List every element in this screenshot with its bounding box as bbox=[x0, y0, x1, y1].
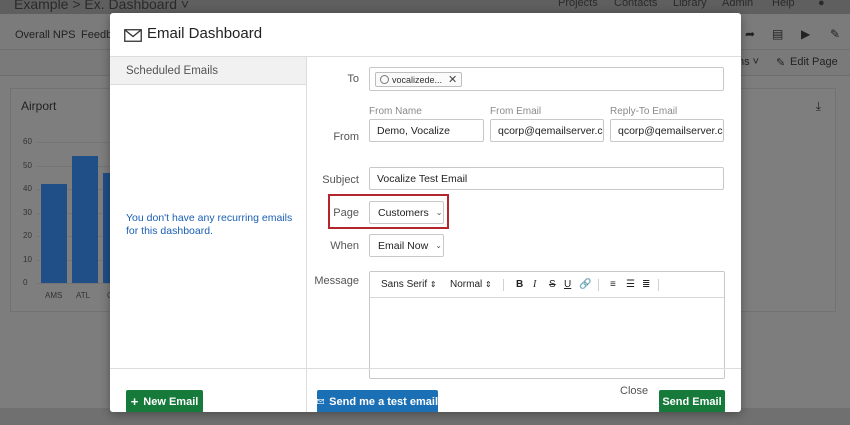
to-field[interactable]: vocalizede... ✕ bbox=[369, 67, 724, 91]
toolbar-divider bbox=[503, 279, 504, 291]
page-select-value: Customers bbox=[378, 206, 429, 219]
user-avatar-icon[interactable]: ● bbox=[818, 0, 825, 9]
recipient-chip[interactable]: vocalizede... ✕ bbox=[375, 72, 463, 87]
x-tick-label: ATL bbox=[76, 291, 91, 300]
send-test-email-button[interactable]: Send me a test email bbox=[317, 390, 438, 412]
font-size-select[interactable]: Normal ⇕ bbox=[450, 279, 492, 290]
modal-header: Email Dashboard bbox=[110, 13, 741, 57]
email-dashboard-modal: Email Dashboard Scheduled Emails You don… bbox=[110, 13, 741, 412]
align-icon[interactable]: ≣ bbox=[642, 279, 650, 290]
underline-button[interactable]: U bbox=[564, 279, 571, 290]
breadcrumb[interactable]: Example > Ex. Dashboard ˅ bbox=[14, 0, 189, 12]
ordered-list-icon[interactable]: ≡ bbox=[610, 279, 616, 290]
tab-overall-nps[interactable]: Overall NPS bbox=[15, 29, 76, 41]
font-size-value: Normal bbox=[450, 279, 483, 290]
edit-page-icon[interactable]: ✎ bbox=[776, 56, 785, 69]
when-select[interactable]: Email Now ⌄ bbox=[369, 234, 444, 257]
send-email-button[interactable]: Send Email bbox=[659, 390, 725, 412]
nav-admin[interactable]: Admin bbox=[722, 0, 753, 9]
x-tick-label: AMS bbox=[45, 291, 63, 300]
bullet-list-icon[interactable]: ☰ bbox=[626, 279, 635, 290]
chevron-down-icon: ⌄ bbox=[435, 241, 442, 250]
download-icon[interactable]: ⤓ bbox=[816, 99, 821, 114]
toolbar-divider bbox=[598, 279, 599, 291]
settings-icon[interactable]: ✎ bbox=[830, 27, 840, 41]
export-icon[interactable]: ▤ bbox=[772, 27, 783, 41]
share-icon[interactable]: ➦ bbox=[745, 27, 755, 41]
widget-title: Airport bbox=[21, 99, 57, 113]
chart-bar[interactable] bbox=[41, 184, 67, 283]
chevron-down-icon: ⌄ bbox=[435, 208, 443, 217]
message-editor[interactable]: Sans Serif ⇕ Normal ⇕ B I S U 🔗 ≡ ☰ ≣ bbox=[369, 271, 725, 379]
y-tick-label: 50 bbox=[23, 160, 32, 170]
from-label: From bbox=[333, 131, 359, 143]
close-button[interactable]: Close bbox=[620, 385, 648, 397]
from-name-input[interactable]: Demo, Vocalize bbox=[369, 119, 484, 142]
y-tick-label: 0 bbox=[23, 278, 28, 287]
editor-toolbar: Sans Serif ⇕ Normal ⇕ B I S U 🔗 ≡ ☰ ≣ bbox=[370, 272, 724, 298]
right-footer: Send me a test email Close Send Email bbox=[307, 368, 741, 412]
modal-title: Email Dashboard bbox=[147, 25, 263, 42]
nav-library[interactable]: Library bbox=[673, 0, 707, 9]
envelope-icon bbox=[317, 399, 325, 404]
font-family-select[interactable]: Sans Serif ⇕ bbox=[381, 279, 437, 290]
page-label: Page bbox=[333, 207, 359, 219]
nav-projects[interactable]: Projects bbox=[558, 0, 598, 9]
italic-button[interactable]: I bbox=[533, 279, 536, 290]
recipient-chip-label: vocalizede... bbox=[392, 74, 443, 85]
email-form: To vocalizede... ✕ From Name From Email … bbox=[307, 57, 741, 412]
bold-button[interactable]: B bbox=[516, 279, 523, 290]
remove-recipient-icon[interactable]: ✕ bbox=[448, 73, 457, 86]
nav-help[interactable]: Help bbox=[772, 0, 795, 9]
y-tick-label: 10 bbox=[23, 254, 32, 264]
subject-input[interactable]: Vocalize Test Email bbox=[369, 167, 724, 190]
user-icon bbox=[380, 75, 389, 84]
when-label: When bbox=[330, 240, 359, 252]
y-tick-label: 20 bbox=[23, 231, 32, 240]
from-name-label: From Name bbox=[369, 106, 422, 117]
page-select[interactable]: Customers ⌄ bbox=[369, 201, 444, 224]
from-email-input[interactable]: qcorp@qemailserver.c bbox=[490, 119, 604, 142]
toolbar-divider bbox=[658, 279, 659, 291]
left-footer: + New Email bbox=[110, 368, 306, 412]
reply-to-label: Reply-To Email bbox=[610, 106, 678, 117]
scheduled-emails-pane: Scheduled Emails You don't have any recu… bbox=[110, 57, 307, 412]
plus-icon: + bbox=[130, 394, 139, 409]
nav-contacts[interactable]: Contacts bbox=[614, 0, 657, 9]
font-family-value: Sans Serif bbox=[381, 279, 428, 290]
to-label: To bbox=[347, 73, 359, 85]
edit-page-button[interactable]: Edit Page bbox=[790, 56, 838, 68]
from-email-label: From Email bbox=[490, 106, 542, 117]
present-icon[interactable]: ▶ bbox=[801, 27, 810, 41]
send-test-email-label: Send me a test email bbox=[329, 395, 438, 408]
strikethrough-button[interactable]: S bbox=[549, 279, 556, 290]
reply-to-input[interactable]: qcorp@qemailserver.c bbox=[610, 119, 724, 142]
new-email-label: New Email bbox=[143, 395, 199, 408]
message-label: Message bbox=[314, 275, 359, 287]
y-tick-label: 60 bbox=[23, 137, 32, 146]
y-tick-label: 30 bbox=[23, 207, 32, 217]
toolbar-dropdown[interactable]: ns ˅ bbox=[738, 56, 759, 68]
new-email-button[interactable]: + New Email bbox=[126, 390, 203, 412]
link-icon[interactable]: 🔗 bbox=[579, 279, 591, 290]
envelope-icon bbox=[124, 29, 142, 42]
y-tick-label: 40 bbox=[23, 184, 32, 193]
chart-bar[interactable] bbox=[72, 156, 98, 283]
scheduled-emails-title: Scheduled Emails bbox=[126, 65, 219, 77]
subject-label: Subject bbox=[322, 174, 359, 186]
app-topbar: Example > Ex. Dashboard ˅ Projects Conta… bbox=[0, 0, 850, 14]
no-recurring-emails-message: You don't have any recurring emails for … bbox=[126, 212, 293, 237]
when-select-value: Email Now bbox=[378, 239, 429, 252]
scheduled-emails-header: Scheduled Emails bbox=[110, 57, 306, 85]
